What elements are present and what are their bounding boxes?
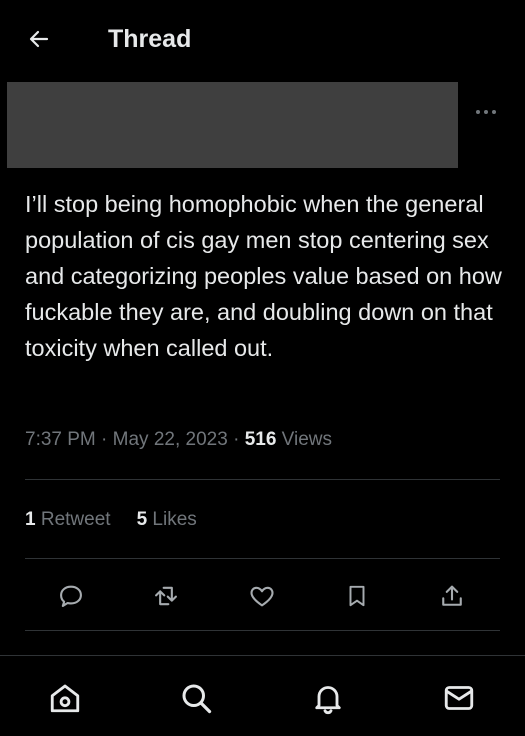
divider: [25, 479, 500, 480]
more-options-button[interactable]: [470, 98, 502, 126]
retweet-icon: [155, 586, 177, 606]
retweets-label: Retweet: [40, 509, 111, 530]
retweets-count: 1: [25, 509, 36, 530]
redacted-author-block: [7, 82, 458, 168]
like-button[interactable]: [244, 578, 280, 614]
bottom-navigation: [0, 655, 525, 736]
retweet-button[interactable]: [148, 578, 184, 614]
views-count: 516: [244, 429, 277, 450]
heart-icon: [250, 586, 274, 607]
divider: [25, 630, 500, 631]
tweet-actions: [25, 570, 500, 620]
likes-count: 5: [136, 509, 148, 530]
meta-separator: ·: [101, 429, 108, 450]
divider: [25, 558, 500, 559]
top-bar: Thread: [0, 0, 525, 78]
tweet-meta: 7:37 PM · May 22, 2023 · 516 Views: [25, 427, 332, 453]
likes-label: Likes: [152, 509, 197, 530]
mail-icon: [444, 686, 474, 710]
tweet-date[interactable]: May 22, 2023: [113, 429, 228, 450]
more-horizontal-icon: [476, 110, 496, 114]
meta-separator: ·: [233, 429, 240, 450]
comment-icon: [60, 585, 82, 607]
bookmark-button[interactable]: [339, 578, 375, 614]
search-icon: [182, 684, 212, 714]
tweet-time[interactable]: 7:37 PM: [25, 429, 96, 450]
back-button[interactable]: [22, 22, 56, 56]
retweets-stat[interactable]: 1 Retweet: [25, 507, 111, 533]
nav-notifications[interactable]: [308, 678, 348, 718]
home-icon: [50, 684, 80, 713]
tweet-text: I’ll stop being homophobic when the gene…: [25, 191, 502, 361]
share-button[interactable]: [434, 578, 470, 614]
share-icon: [442, 585, 462, 606]
nav-search[interactable]: [176, 678, 216, 718]
nav-home[interactable]: [45, 678, 85, 718]
views-label: Views: [281, 429, 333, 450]
nav-messages[interactable]: [439, 678, 479, 718]
likes-stat[interactable]: 5 Likes: [137, 507, 197, 533]
bell-icon: [315, 686, 341, 715]
bookmark-icon: [349, 585, 365, 607]
page-title: Thread: [108, 25, 192, 53]
reply-button[interactable]: [53, 578, 89, 614]
engagement-stats: 1 Retweet 5 Likes: [25, 507, 223, 533]
arrow-left-icon: [29, 30, 49, 48]
